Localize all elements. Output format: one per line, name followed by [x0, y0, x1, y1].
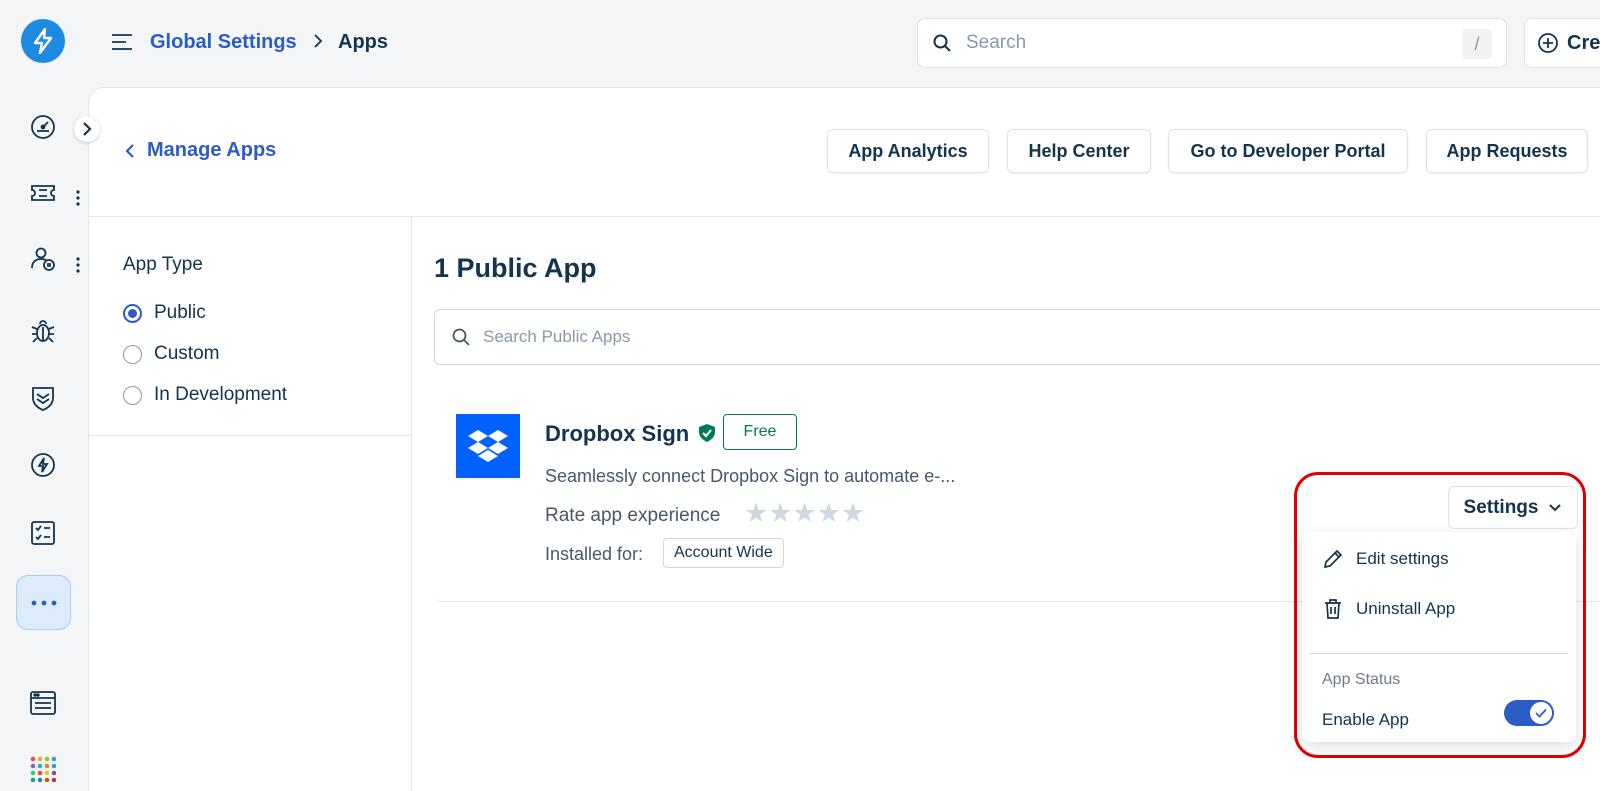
menu-item-label: Uninstall App [1356, 599, 1456, 618]
installed-for-label: Installed for: [545, 544, 644, 564]
app-logo[interactable] [21, 19, 65, 63]
enable-app-toggle[interactable] [1504, 700, 1554, 726]
more-icon [31, 600, 56, 605]
settings-dropdown-button[interactable]: Settings [1448, 486, 1578, 529]
chevron-left-icon [125, 143, 134, 158]
breadcrumb-separator-icon [314, 34, 323, 48]
app-switcher-icon[interactable] [22, 748, 64, 790]
hamburger-menu-icon[interactable] [110, 30, 134, 54]
filter-title: App Type [123, 254, 203, 275]
search-input[interactable] [966, 32, 1446, 54]
create-label: Create [1567, 31, 1600, 54]
filter-public[interactable]: Public [123, 302, 206, 324]
more-apps-button[interactable] [16, 575, 71, 630]
app-description: Seamlessly connect Dropbox Sign to autom… [545, 466, 956, 486]
radio-in-development[interactable] [123, 385, 142, 405]
sidebar-divider [411, 217, 412, 791]
manage-apps-back-link[interactable]: Manage Apps [125, 139, 276, 162]
problems-bug-icon[interactable] [22, 310, 64, 352]
contacts-more-icon[interactable] [72, 255, 84, 275]
toggle-knob [1529, 701, 1553, 725]
plus-circle-icon [1538, 33, 1558, 53]
global-search[interactable]: / [917, 18, 1507, 68]
search-shortcut-hint: / [1462, 29, 1492, 59]
menu-item-label: Edit settings [1356, 549, 1449, 568]
breadcrumb-global-settings[interactable]: Global Settings [150, 31, 297, 54]
trash-icon [1325, 599, 1341, 619]
radio-label: In Development [154, 384, 288, 405]
app-status-heading: App Status [1322, 671, 1401, 688]
rate-label: Rate app experience [545, 505, 721, 526]
app-name[interactable]: Dropbox Sign [545, 421, 689, 447]
dropbox-icon [468, 430, 508, 462]
releases-icon[interactable] [22, 444, 64, 486]
pricing-badge: Free [723, 414, 797, 450]
enable-app-label: Enable App [1322, 710, 1409, 729]
app-analytics-button[interactable]: App Analytics [827, 129, 989, 173]
search-icon [452, 328, 470, 346]
public-apps-search-input[interactable] [483, 327, 1283, 347]
header-divider [89, 216, 1600, 217]
menu-divider [1310, 653, 1568, 654]
settings-label: Settings [1463, 496, 1539, 518]
help-center-button[interactable]: Help Center [1007, 129, 1151, 173]
filter-in-development[interactable]: In Development [123, 384, 287, 406]
filter-divider [89, 435, 411, 436]
radio-custom[interactable] [123, 344, 142, 364]
dropbox-logo [456, 414, 520, 478]
filter-custom[interactable]: Custom [123, 343, 219, 365]
chevron-down-icon [1549, 503, 1562, 511]
installed-scope-badge: Account Wide [663, 538, 784, 568]
radio-label: Public [154, 302, 206, 323]
dashboard-icon[interactable] [22, 106, 64, 148]
changes-icon[interactable] [22, 377, 64, 419]
contacts-icon[interactable] [22, 238, 64, 280]
expand-sidebar-button[interactable] [74, 116, 100, 142]
menu-item-uninstall-app[interactable]: Uninstall App [1322, 598, 1455, 620]
tickets-icon[interactable] [22, 172, 64, 214]
tickets-more-icon[interactable] [72, 188, 84, 208]
star-rating[interactable]: ★★★★★ [744, 498, 865, 529]
search-icon [933, 34, 951, 52]
verified-shield-icon [699, 424, 715, 442]
left-rail [0, 0, 88, 791]
lightning-icon [33, 28, 53, 54]
breadcrumb-current: Apps [338, 31, 388, 53]
app-requests-button[interactable]: App Requests [1426, 129, 1588, 173]
create-button[interactable]: Create [1524, 18, 1600, 68]
public-apps-search[interactable] [434, 309, 1600, 365]
check-icon [1535, 708, 1547, 718]
radio-label: Custom [154, 343, 220, 364]
settings-menu: Edit settings Uninstall App App Status E… [1302, 532, 1576, 742]
manage-apps-label: Manage Apps [147, 139, 277, 161]
results-title: 1 Public App [434, 253, 597, 283]
radio-public[interactable] [123, 303, 142, 323]
menu-item-edit-settings[interactable]: Edit settings [1322, 548, 1449, 570]
pencil-icon [1323, 549, 1343, 569]
tasks-icon[interactable] [22, 512, 64, 554]
announcements-icon[interactable] [22, 682, 64, 724]
chevron-right-icon [83, 122, 92, 136]
developer-portal-button[interactable]: Go to Developer Portal [1168, 129, 1408, 173]
